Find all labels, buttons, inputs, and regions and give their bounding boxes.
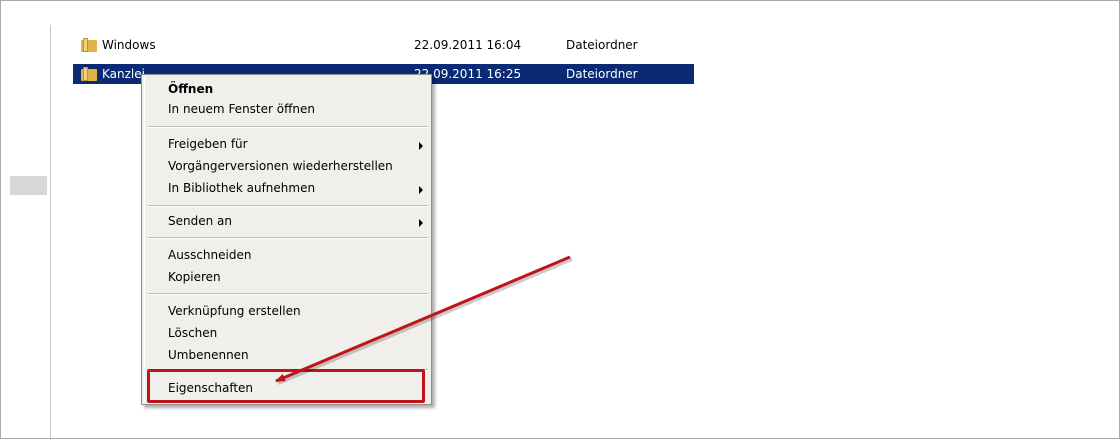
menu-item-include-in-library[interactable]: In Bibliothek aufnehmen bbox=[168, 181, 315, 195]
explorer-window: Windows 22.09.2011 16:04 Dateiordner Kan… bbox=[0, 0, 1120, 440]
file-name: Windows bbox=[102, 38, 156, 52]
menu-item-send-to[interactable]: Senden an bbox=[168, 214, 232, 228]
menu-item-rename[interactable]: Umbenennen bbox=[168, 348, 249, 362]
menu-separator bbox=[148, 293, 428, 295]
file-row-windows[interactable]: Windows 22.09.2011 16:04 Dateiordner bbox=[73, 35, 694, 55]
file-type: Dateiordner bbox=[566, 67, 638, 81]
file-type: Dateiordner bbox=[566, 38, 638, 52]
file-name: Kanzlei bbox=[102, 67, 145, 81]
menu-item-share-with[interactable]: Freigeben für bbox=[168, 137, 248, 151]
submenu-arrow-icon bbox=[419, 186, 423, 194]
menu-item-create-shortcut[interactable]: Verknüpfung erstellen bbox=[168, 304, 301, 318]
menu-separator bbox=[148, 126, 428, 128]
folder-icon bbox=[81, 67, 97, 81]
navigation-pane-item[interactable] bbox=[10, 176, 47, 195]
properties-highlight-box bbox=[147, 369, 425, 403]
menu-item-restore-previous-versions[interactable]: Vorgängerversionen wiederherstellen bbox=[168, 159, 393, 173]
menu-item-open-new-window[interactable]: In neuem Fenster öffnen bbox=[168, 102, 315, 116]
menu-item-oeffnen[interactable]: Öffnen bbox=[168, 82, 213, 96]
menu-separator bbox=[148, 237, 428, 239]
file-date: 22.09.2011 16:04 bbox=[414, 38, 522, 52]
pane-divider[interactable] bbox=[50, 25, 51, 440]
menu-item-copy[interactable]: Kopieren bbox=[168, 270, 221, 284]
menu-item-delete[interactable]: Löschen bbox=[168, 326, 217, 340]
submenu-arrow-icon bbox=[419, 219, 423, 227]
submenu-arrow-icon bbox=[419, 142, 423, 150]
menu-item-cut[interactable]: Ausschneiden bbox=[168, 248, 251, 262]
menu-gutter bbox=[144, 77, 145, 402]
context-menu: Öffnen In neuem Fenster öffnen Freigeben… bbox=[141, 74, 432, 405]
folder-icon bbox=[81, 38, 97, 52]
menu-separator bbox=[148, 205, 428, 207]
